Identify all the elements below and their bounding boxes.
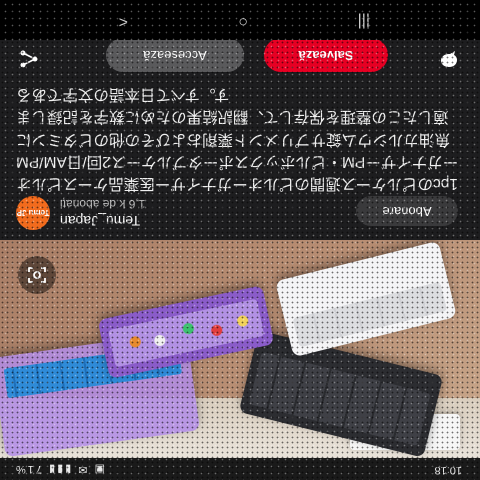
back-button[interactable]: < [119, 12, 128, 30]
save-button[interactable]: Salvează [264, 38, 388, 72]
avatar[interactable]: Temu JP [16, 196, 50, 230]
status-bar: 10:18 ▣ ✉ ▮▮▮ 71% [0, 458, 480, 480]
subscribe-button[interactable]: Abonare [356, 196, 458, 226]
account-name[interactable]: Temu_Japan [60, 213, 140, 229]
comment-icon[interactable] [434, 40, 464, 70]
account-row: Temu JP Temu_Japan 1,6 k de abonați Abon… [0, 192, 480, 232]
share-icon[interactable] [14, 40, 44, 70]
status-time: 10:18 [434, 464, 462, 476]
pin-image[interactable] [0, 240, 480, 458]
system-nav-bar: ||| ○ < [0, 0, 480, 40]
pin-description: 1pcのピルケース週間のピルオーガナイザー医薬品ケースピルオーガナイザーPM・ピ… [16, 86, 459, 192]
status-icons: ▣ ✉ ▮▮▮ 71% [14, 463, 105, 475]
action-bar: Accesează Salvează [0, 38, 480, 72]
screen: 10:18 ▣ ✉ ▮▮▮ 71% Temu JP Temu_Japan 1,6… [0, 0, 480, 480]
pin-details: Temu JP Temu_Japan 1,6 k de abonați Abon… [0, 38, 480, 240]
photo-pill-case-white [275, 240, 457, 358]
visit-button[interactable]: Accesează [106, 38, 244, 72]
account-subscribers: 1,6 k de abonați [60, 197, 146, 211]
recent-apps-button[interactable]: ||| [358, 12, 370, 30]
visual-search-icon[interactable] [18, 256, 56, 294]
lens-icon [28, 267, 46, 283]
home-button[interactable]: ○ [238, 12, 248, 30]
